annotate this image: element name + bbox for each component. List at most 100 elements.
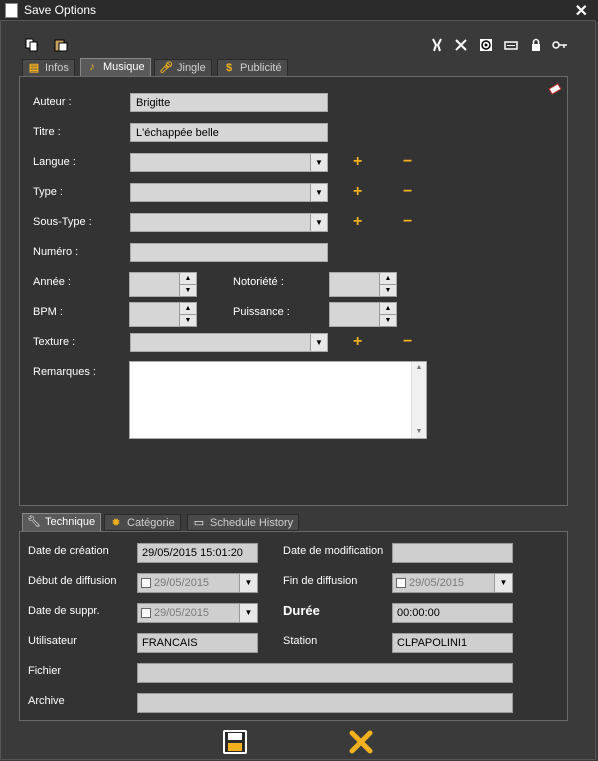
microphone-icon: 🎤︎	[159, 62, 173, 74]
music-note-icon: ♪	[89, 61, 95, 73]
titre-label: Titre :	[33, 126, 61, 138]
spin-down-icon[interactable]: ▼	[380, 315, 396, 327]
cancel-button[interactable]	[348, 729, 374, 758]
target-icon[interactable]	[478, 38, 494, 54]
puissance-label: Puissance :	[233, 306, 290, 318]
suppr-label: Date de suppr.	[28, 605, 100, 617]
gear-sun-icon: ✹	[111, 517, 121, 529]
tab-categorie[interactable]: ✹ Catégorie	[104, 514, 181, 531]
bpm-label: BPM :	[33, 306, 63, 318]
cancel-x-icon	[349, 730, 373, 754]
bpm-spinner[interactable]: ▲ ▼	[129, 302, 197, 327]
remove-type-button[interactable]: −	[403, 184, 412, 200]
remove-soustype-button[interactable]: −	[403, 214, 412, 230]
chevron-down-icon: ▼	[239, 574, 257, 592]
soustype-select[interactable]: ▼	[130, 213, 328, 232]
eraser-icon[interactable]	[548, 83, 562, 98]
suppr-datepicker[interactable]: 29/05/2015 ▼	[137, 603, 258, 623]
tab-infos[interactable]: ▤ Infos	[22, 59, 75, 76]
archive-label: Archive	[28, 695, 65, 707]
duree-label: Durée	[283, 603, 320, 618]
add-texture-button[interactable]: +	[353, 334, 362, 350]
tab-technique[interactable]: 🔧︎ Technique	[22, 513, 102, 532]
remarques-label: Remarques :	[33, 366, 96, 378]
save-button[interactable]	[222, 729, 248, 758]
notepad-icon: ▤	[28, 62, 40, 74]
date-creation-label: Date de création	[28, 545, 109, 557]
soustype-label: Sous-Type :	[33, 216, 92, 228]
remove-texture-button[interactable]: −	[403, 334, 412, 350]
archive-field[interactable]	[137, 693, 513, 713]
spin-down-icon[interactable]: ▼	[180, 285, 196, 297]
tools-icon[interactable]	[453, 38, 469, 54]
fin-label: Fin de diffusion	[283, 575, 358, 587]
remarques-textarea[interactable]: ▲ ▼	[129, 361, 427, 439]
scroll-down-icon[interactable]: ▼	[412, 426, 426, 438]
numero-label: Numéro :	[33, 246, 79, 258]
copy-icon[interactable]	[24, 38, 40, 54]
tab-publicite[interactable]: $ Publicité	[217, 59, 288, 76]
numero-field[interactable]	[130, 243, 328, 262]
add-langue-button[interactable]: +	[353, 154, 362, 170]
chevron-down-icon: ▼	[310, 334, 327, 351]
fichier-label: Fichier	[28, 665, 62, 677]
remove-langue-button[interactable]: −	[403, 154, 412, 170]
chevron-down-icon: ▼	[239, 604, 257, 622]
scroll-up-icon[interactable]: ▲	[412, 362, 426, 374]
tab-jingle[interactable]: 🎤︎ Jingle	[154, 59, 212, 76]
spin-up-icon[interactable]: ▲	[180, 273, 196, 285]
floppy-disk-icon	[223, 730, 247, 754]
scrollbar[interactable]: ▲ ▼	[411, 362, 426, 438]
add-type-button[interactable]: +	[353, 184, 362, 200]
debut-datepicker[interactable]: 29/05/2015 ▼	[137, 573, 258, 593]
station-field[interactable]: CLPAPOLINI1	[392, 633, 513, 653]
type-select[interactable]: ▼	[130, 183, 328, 202]
spin-up-icon[interactable]: ▲	[180, 303, 196, 315]
chevron-down-icon: ▼	[310, 184, 327, 201]
texture-select[interactable]: ▼	[130, 333, 328, 352]
titre-field[interactable]: L'échappée belle	[130, 123, 328, 142]
key-icon[interactable]	[552, 38, 568, 54]
add-soustype-button[interactable]: +	[353, 214, 362, 230]
close-button[interactable]: ✕	[575, 1, 588, 21]
annee-spinner[interactable]: ▲ ▼	[129, 272, 197, 297]
spin-down-icon[interactable]: ▼	[180, 315, 196, 327]
langue-select[interactable]: ▼	[130, 153, 328, 172]
spin-down-icon[interactable]: ▼	[380, 285, 396, 297]
auteur-label: Auteur :	[33, 96, 72, 108]
spin-up-icon[interactable]: ▲	[380, 303, 396, 315]
chevron-down-icon: ▼	[310, 154, 327, 171]
date-creation-field[interactable]: 29/05/2015 15:01:20	[137, 543, 258, 563]
card-icon[interactable]	[503, 38, 519, 54]
chevron-down-icon: ▼	[494, 574, 512, 592]
utilisateur-field[interactable]: FRANCAIS	[137, 633, 258, 653]
lock-icon[interactable]	[528, 38, 544, 54]
auteur-field[interactable]: Brigitte	[130, 93, 328, 112]
app-icon	[5, 3, 18, 18]
utilisateur-label: Utilisateur	[28, 635, 77, 647]
debut-label: Début de diffusion	[28, 575, 117, 587]
fichier-field[interactable]	[137, 663, 513, 683]
debut-checkbox[interactable]	[141, 578, 151, 588]
date-modif-label: Date de modification	[283, 545, 384, 557]
fin-datepicker[interactable]: 29/05/2015 ▼	[392, 573, 513, 593]
duree-field[interactable]: 00:00:00	[392, 603, 513, 623]
spin-up-icon[interactable]: ▲	[380, 273, 396, 285]
date-modif-field[interactable]	[392, 543, 513, 563]
tab-schedule-history[interactable]: ▭ Schedule History	[187, 514, 300, 531]
notoriete-spinner[interactable]: ▲ ▼	[329, 272, 397, 297]
paste-icon[interactable]	[53, 38, 69, 54]
suppr-checkbox[interactable]	[141, 608, 151, 618]
monitor-icon: ▭	[193, 517, 205, 529]
annee-label: Année :	[33, 276, 71, 288]
dollar-icon: $	[225, 62, 233, 74]
fin-checkbox[interactable]	[396, 578, 406, 588]
notoriete-label: Notoriété :	[233, 276, 284, 288]
station-label: Station	[283, 635, 318, 647]
title-bar: Save Options ✕	[0, 0, 598, 21]
tab-musique[interactable]: ♪ Musique	[80, 58, 151, 77]
langue-label: Langue :	[33, 156, 76, 168]
pliers-icon[interactable]	[429, 38, 445, 54]
puissance-spinner[interactable]: ▲ ▼	[329, 302, 397, 327]
chevron-down-icon: ▼	[310, 214, 327, 231]
